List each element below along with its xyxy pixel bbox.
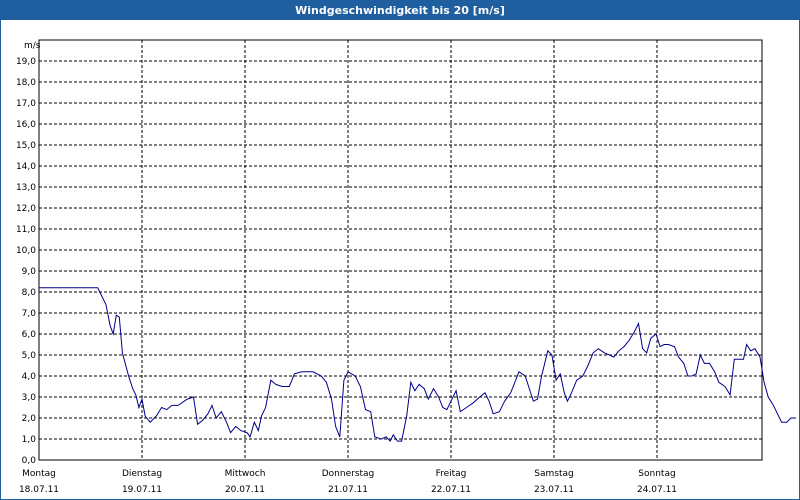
x-tick-date-label: 18.07.11 <box>19 485 59 495</box>
wind-speed-chart: 0,0 1,0 2,0 3,0 4,0 5,0 6,0 7,0 8,0 9,0 10,0 11,0 12… <box>16 39 796 495</box>
series-group <box>39 287 796 442</box>
y-tick-label: 3,0 <box>22 393 37 403</box>
y-tick-label: 4,0 <box>22 372 37 382</box>
y-tick-label: 14,0 <box>16 162 36 172</box>
y-tick-label: 7,0 <box>22 309 37 319</box>
grid <box>39 40 762 460</box>
y-tick-label: 11,0 <box>16 225 36 235</box>
x-tick-day-label: Samstag <box>534 469 573 479</box>
y-tick-label: 12,0 <box>16 204 36 214</box>
y-tick-label: 15,0 <box>16 141 36 151</box>
y-tick-label: 1,0 <box>22 435 37 445</box>
y-tick-label: 0,0 <box>22 456 37 466</box>
y-tick-label: 9,0 <box>22 267 37 277</box>
x-tick-date-label: 24.07.11 <box>637 485 677 495</box>
y-tick-label: 19,0 <box>16 57 36 67</box>
x-tick-date-label: 23.07.11 <box>534 485 574 495</box>
y-tick-label: 8,0 <box>22 288 37 298</box>
y-tick-label: 13,0 <box>16 183 36 193</box>
x-tick-day-label: Freitag <box>436 469 467 479</box>
y-tick-label: 16,0 <box>16 120 36 130</box>
x-tick-day-label: Sonntag <box>638 469 675 479</box>
y-axis-ticks: 0,0 1,0 2,0 3,0 4,0 5,0 6,0 7,0 8,0 9,0 10,0 11,0 12… <box>16 57 36 466</box>
y-axis-unit-label: m/s <box>24 41 41 51</box>
x-tick-date-label: 22.07.11 <box>431 485 471 495</box>
x-tick-day-label: Dienstag <box>122 469 162 479</box>
x-tick-day-label: Montag <box>22 469 56 479</box>
y-tick-label: 6,0 <box>22 330 37 340</box>
x-axis-ticks: Montag 18.07.11 Dienstag 19.07.11 Mittwoch 20… <box>19 469 677 495</box>
y-tick-label: 5,0 <box>22 351 37 361</box>
y-tick-label: 17,0 <box>16 99 36 109</box>
x-tick-date-label: 19.07.11 <box>122 485 162 495</box>
x-tick-day-label: Donnerstag <box>322 469 375 479</box>
y-tick-label: 10,0 <box>16 246 36 256</box>
series-line <box>39 287 796 442</box>
x-tick-day-label: Mittwoch <box>225 469 266 479</box>
x-tick-date-label: 21.07.11 <box>328 485 368 495</box>
y-tick-label: 2,0 <box>22 414 37 424</box>
x-tick-date-label: 20.07.11 <box>225 485 265 495</box>
y-tick-label: 18,0 <box>16 78 36 88</box>
